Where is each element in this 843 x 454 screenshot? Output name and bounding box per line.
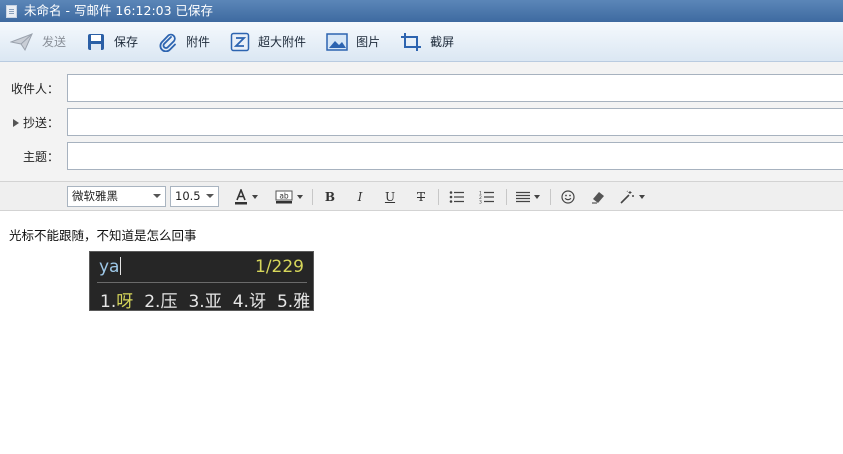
- ime-candidate[interactable]: 3.亚: [188, 287, 221, 312]
- ime-candidate[interactable]: 2.压: [144, 287, 177, 312]
- expand-arrow-icon[interactable]: [12, 119, 19, 127]
- screenshot-button[interactable]: 截屏: [400, 28, 454, 56]
- image-label: 图片: [356, 35, 381, 49]
- compose-toolbar: 发送 保存 附件 超大附件 图片 截屏: [0, 22, 843, 62]
- chevron-down-icon: [639, 195, 645, 199]
- crop-icon: [401, 32, 422, 51]
- svg-text:ab: ab: [279, 192, 289, 201]
- italic-button[interactable]: I: [350, 187, 370, 207]
- cc-row: 抄送：: [0, 108, 843, 136]
- big-attach-button[interactable]: 超大附件: [230, 28, 306, 56]
- window-title: 未命名 - 写邮件 16:12:03 已保存: [24, 3, 214, 18]
- chevron-down-icon: [252, 195, 258, 199]
- numbered-list-icon: 1 2 3: [479, 191, 494, 205]
- chevron-down-icon: [297, 195, 303, 199]
- separator: [312, 189, 313, 205]
- format-painter-button[interactable]: [588, 187, 608, 207]
- chevron-down-icon: [206, 194, 214, 198]
- emoji-button[interactable]: [558, 187, 578, 207]
- smiley-icon: [561, 190, 575, 204]
- subject-row: 主题：: [0, 142, 843, 170]
- cc-label: 抄送：: [22, 116, 59, 130]
- format-toolbar: 微软雅黑 10.5 ab B I U T 1 2 3: [0, 181, 843, 211]
- title-bar: 未命名 - 写邮件 16:12:03 已保存: [0, 0, 843, 22]
- document-icon: [6, 4, 17, 18]
- subject-input[interactable]: [67, 142, 843, 170]
- font-color-button[interactable]: [231, 187, 261, 207]
- align-icon: [516, 191, 530, 203]
- underline-button[interactable]: U: [380, 187, 400, 207]
- paperclip-icon: [159, 33, 176, 52]
- image-icon: [326, 32, 348, 51]
- ime-composition-row: ya 1/229: [90, 252, 313, 282]
- bold-button[interactable]: B: [320, 187, 340, 207]
- bullet-list-icon: [449, 191, 464, 203]
- ime-candidate[interactable]: 4.讶: [233, 287, 266, 312]
- numbered-list-button[interactable]: 1 2 3: [476, 187, 498, 207]
- ime-divider: [97, 282, 307, 283]
- font-size-value: 10.5: [175, 189, 201, 203]
- eraser-icon: [592, 192, 604, 204]
- screenshot-label: 截屏: [430, 35, 455, 49]
- font-family-value: 微软雅黑: [72, 189, 118, 203]
- separator: [438, 189, 439, 205]
- separator: [550, 189, 551, 205]
- send-button[interactable]: 发送: [10, 28, 66, 56]
- send-icon: [10, 32, 33, 51]
- save-icon: [88, 33, 105, 50]
- font-color-icon: [235, 189, 247, 205]
- highlight-icon: ab: [275, 190, 293, 204]
- save-label: 保存: [114, 35, 139, 49]
- ime-candidate[interactable]: 5.雅: [277, 287, 310, 312]
- attach-button[interactable]: 附件: [158, 28, 210, 56]
- chevron-down-icon: [534, 195, 540, 199]
- strikethrough-button[interactable]: T: [411, 187, 431, 207]
- text-cursor: [120, 257, 122, 275]
- to-row: 收件人：: [0, 74, 843, 102]
- ime-composition-text: ya: [99, 257, 122, 277]
- subject-label: 主题：: [22, 150, 59, 164]
- big-attach-label: 超大附件: [258, 35, 307, 49]
- font-size-select[interactable]: 10.5: [170, 186, 219, 207]
- address-fields: 收件人： 抄送： 主题：: [0, 62, 843, 181]
- to-label: 收件人：: [10, 82, 59, 96]
- bullet-list-button[interactable]: [446, 187, 468, 207]
- to-input[interactable]: [67, 74, 843, 102]
- ime-candidate-window: ya 1/229 1.呀 2.压 3.亚 4.讶 5.雅: [89, 251, 314, 312]
- save-button[interactable]: 保存: [86, 28, 138, 56]
- separator: [506, 189, 507, 205]
- font-family-select[interactable]: 微软雅黑: [67, 186, 166, 207]
- magic-wand-button[interactable]: [618, 187, 646, 207]
- svg-text:3: 3: [479, 200, 482, 205]
- attach-label: 附件: [186, 35, 211, 49]
- ime-page-indicator: 1/229: [255, 257, 304, 277]
- big-attachment-icon: [230, 32, 250, 51]
- magic-wand-icon: [620, 190, 634, 204]
- ime-candidate-list: 1.呀 2.压 3.亚 4.讶 5.雅: [100, 287, 321, 312]
- email-body-text[interactable]: 光标不能跟随，不知道是怎么回事: [9, 225, 197, 244]
- send-label: 发送: [42, 35, 67, 49]
- ime-candidate[interactable]: 1.呀: [100, 287, 133, 312]
- align-button[interactable]: [514, 187, 542, 207]
- highlight-color-button[interactable]: ab: [271, 187, 307, 207]
- image-button[interactable]: 图片: [326, 28, 380, 56]
- chevron-down-icon: [153, 194, 161, 198]
- cc-label-group[interactable]: 抄送：: [12, 114, 59, 131]
- cc-input[interactable]: [67, 108, 843, 136]
